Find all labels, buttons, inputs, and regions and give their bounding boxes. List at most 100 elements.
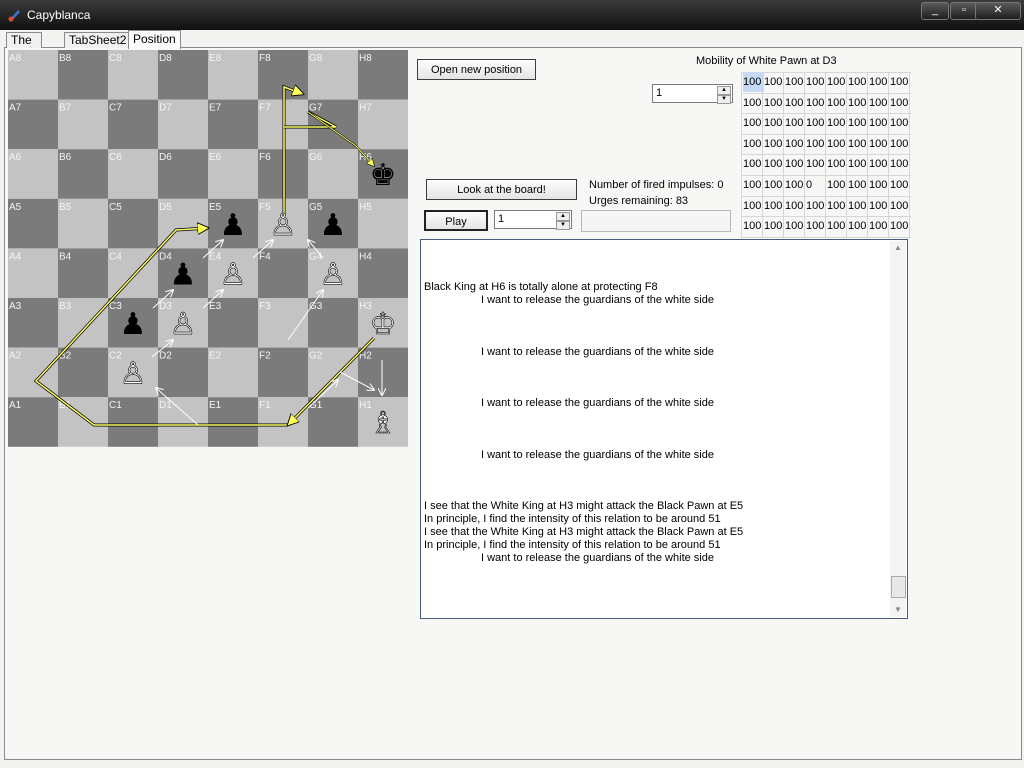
mobility-cell[interactable]: 100 bbox=[827, 175, 848, 195]
mobility-cell[interactable]: 100 bbox=[743, 93, 764, 113]
mobility-cell[interactable]: 100 bbox=[827, 216, 848, 236]
mobility-cell[interactable]: 100 bbox=[848, 175, 869, 195]
mobility-cell[interactable]: 100 bbox=[848, 154, 869, 174]
mobility-cell[interactable]: 100 bbox=[764, 175, 785, 195]
scroll-down-icon[interactable]: ▼ bbox=[890, 603, 906, 617]
close-button[interactable]: ✕ bbox=[975, 2, 1021, 20]
mobility-cell[interactable]: 100 bbox=[764, 154, 785, 174]
mobility-cell[interactable]: 100 bbox=[827, 134, 848, 154]
mobility-cell[interactable]: 100 bbox=[743, 113, 764, 133]
mobility-cell[interactable]: 100 bbox=[743, 154, 764, 174]
mobility-cell[interactable]: 100 bbox=[827, 93, 848, 113]
maximize-button[interactable]: ▫ bbox=[950, 2, 978, 20]
black-pawn-icon[interactable]: ♟ bbox=[120, 307, 147, 342]
mobility-cell[interactable]: 100 bbox=[764, 196, 785, 216]
mobility-cell[interactable]: 100 bbox=[869, 113, 890, 133]
mobility-cell[interactable]: 100 bbox=[890, 72, 911, 92]
mobility-cell[interactable]: 100 bbox=[743, 175, 764, 195]
open-position-button[interactable]: Open new position bbox=[417, 59, 536, 80]
mobility-cell[interactable]: 100 bbox=[890, 113, 911, 133]
spin-arrows[interactable]: ▲ ▼ bbox=[717, 86, 731, 104]
scroll-thumb[interactable] bbox=[891, 576, 906, 598]
mobility-cell[interactable]: 100 bbox=[890, 93, 911, 113]
minimize-button[interactable]: _ bbox=[921, 2, 949, 20]
mobility-cell[interactable]: 100 bbox=[743, 196, 764, 216]
play-button[interactable]: Play bbox=[424, 210, 488, 231]
mobility-cell[interactable]: 100 bbox=[806, 113, 827, 133]
white-pawn-icon[interactable]: ♙ bbox=[269, 208, 297, 244]
white-pawn-icon[interactable]: ♙ bbox=[319, 257, 347, 293]
mobility-cell[interactable]: 100 bbox=[890, 216, 911, 236]
mobility-cell[interactable]: 100 bbox=[743, 72, 764, 92]
mobility-cell[interactable]: 100 bbox=[890, 175, 911, 195]
chess-board[interactable]: A8 B8 C8 D8 E8 F8 G8 H8A7 B7 C7 D7 E7 F7 G7 H7A6 B6 C6 D6… bbox=[8, 50, 408, 447]
white-pawn-icon[interactable]: ♙ bbox=[119, 356, 147, 392]
mobility-cell[interactable]: 100 bbox=[764, 93, 785, 113]
mobility-cell[interactable]: 100 bbox=[827, 154, 848, 174]
black-pawn-icon[interactable]: ♟ bbox=[220, 208, 247, 243]
tab-the-mind[interactable]: The Mind bbox=[6, 32, 43, 62]
mobility-cell[interactable]: 100 bbox=[806, 196, 827, 216]
mobility-cell[interactable]: 100 bbox=[743, 134, 764, 154]
mobility-cell[interactable]: 100 bbox=[743, 216, 764, 236]
mobility-cell[interactable]: 100 bbox=[869, 216, 890, 236]
tab-position-loader[interactable]: Position Loader bbox=[128, 30, 181, 62]
square-label: B5 bbox=[59, 202, 72, 213]
mobility-cell[interactable]: 100 bbox=[785, 72, 806, 92]
mobility-cell[interactable]: 100 bbox=[869, 154, 890, 174]
mobility-cell[interactable]: 100 bbox=[848, 72, 869, 92]
white-king-icon[interactable]: ♔ bbox=[369, 307, 397, 343]
mobility-cell[interactable]: 100 bbox=[869, 93, 890, 113]
mobility-cell[interactable]: 100 bbox=[827, 196, 848, 216]
mobility-cell[interactable]: 100 bbox=[785, 134, 806, 154]
mobility-cell[interactable]: 0 bbox=[806, 175, 827, 195]
spin-arrows[interactable]: ▲ ▼ bbox=[556, 212, 570, 230]
mobility-cell[interactable]: 100 bbox=[764, 216, 785, 236]
title-bar[interactable]: Capyblanca _ ▫ ✕ bbox=[0, 0, 1024, 30]
mobility-cell[interactable]: 100 bbox=[806, 216, 827, 236]
mobility-cell[interactable]: 100 bbox=[764, 113, 785, 133]
scroll-up-icon[interactable]: ▲ bbox=[890, 241, 906, 255]
look-at-board-button[interactable]: Look at the board! bbox=[426, 179, 577, 200]
mobility-cell[interactable]: 100 bbox=[806, 154, 827, 174]
white-pawn-icon[interactable]: ♙ bbox=[169, 307, 197, 343]
mobility-cell[interactable]: 100 bbox=[890, 196, 911, 216]
mobility-cell[interactable]: 100 bbox=[848, 216, 869, 236]
white-bishop-icon[interactable]: ♗ bbox=[369, 406, 397, 442]
mobility-cell[interactable]: 100 bbox=[764, 134, 785, 154]
log-scrollbar[interactable]: ▲ ▼ bbox=[890, 241, 906, 617]
mobility-cell[interactable]: 100 bbox=[890, 154, 911, 174]
mobility-cell[interactable]: 100 bbox=[869, 196, 890, 216]
mobility-cell[interactable]: 100 bbox=[869, 175, 890, 195]
mobility-cell[interactable]: 100 bbox=[869, 134, 890, 154]
black-pawn-icon[interactable]: ♟ bbox=[170, 257, 197, 292]
tab-tabsheet2[interactable]: TabSheet2 bbox=[64, 32, 132, 48]
square-label: G6 bbox=[309, 152, 323, 163]
mobility-cell[interactable]: 100 bbox=[848, 134, 869, 154]
mobility-cell[interactable]: 100 bbox=[806, 93, 827, 113]
black-king-icon[interactable]: ♚ bbox=[370, 158, 397, 193]
mobility-grid[interactable]: 100 100 100 100 100 100 100 100 100 100 100 100 100 1… bbox=[741, 72, 911, 238]
mobility-cell[interactable]: 100 bbox=[806, 134, 827, 154]
mobility-cell[interactable]: 100 bbox=[890, 134, 911, 154]
window-title: Capyblanca bbox=[27, 8, 91, 22]
mobility-cell[interactable]: 100 bbox=[827, 113, 848, 133]
mobility-cell[interactable]: 100 bbox=[785, 175, 806, 195]
mobility-cell[interactable]: 100 bbox=[785, 113, 806, 133]
mobility-cell[interactable]: 100 bbox=[848, 93, 869, 113]
mobility-cell[interactable]: 100 bbox=[785, 216, 806, 236]
white-pawn-icon[interactable]: ♙ bbox=[219, 257, 247, 293]
mobility-cell[interactable]: 100 bbox=[785, 196, 806, 216]
mobility-cell[interactable]: 100 bbox=[848, 113, 869, 133]
mobility-cell[interactable]: 100 bbox=[764, 72, 785, 92]
mobility-cell[interactable]: 100 bbox=[869, 72, 890, 92]
thought-log[interactable]: Black King at H6 is totally alone at pro… bbox=[420, 239, 908, 619]
black-pawn-icon[interactable]: ♟ bbox=[320, 208, 347, 243]
mobility-cell[interactable]: 100 bbox=[785, 154, 806, 174]
play-spin[interactable]: 1 ▲ ▼ bbox=[494, 210, 572, 230]
mobility-spin[interactable]: 1 ▲ ▼ bbox=[652, 84, 733, 104]
mobility-cell[interactable]: 100 bbox=[806, 72, 827, 92]
mobility-cell[interactable]: 100 bbox=[848, 196, 869, 216]
mobility-cell[interactable]: 100 bbox=[785, 93, 806, 113]
mobility-cell[interactable]: 100 bbox=[827, 72, 848, 92]
